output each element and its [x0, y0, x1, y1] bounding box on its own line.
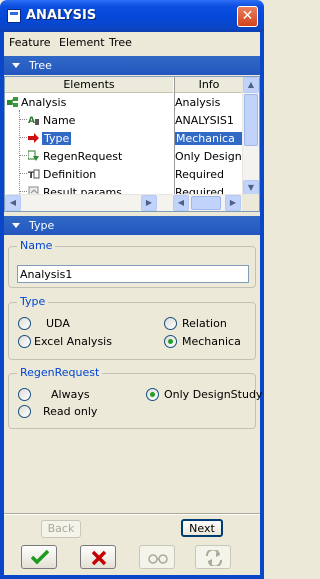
scrollbar-corner: [242, 194, 259, 211]
column-header-info[interactable]: Info: [175, 77, 243, 93]
scroll-left-button[interactable]: ◀: [5, 195, 21, 211]
regen-icon: [28, 150, 39, 161]
radio-mechanica[interactable]: [164, 335, 177, 348]
tree-row-definition[interactable]: T Definition Required: [5, 166, 243, 184]
tree-row-info: ANALYSIS1: [175, 114, 234, 127]
horizontal-scrollbar[interactable]: ◀ ▶ ◀ ▶: [5, 194, 242, 211]
element-tree[interactable]: Elements Info Analysis Analysis A Name A…: [4, 76, 260, 212]
repaint-button[interactable]: [195, 545, 231, 569]
name-input[interactable]: [17, 265, 249, 283]
tree-row-label: Name: [43, 114, 76, 127]
tree-row-info: Required: [175, 168, 224, 181]
vertical-scrollbar[interactable]: ▲ ▼: [242, 77, 259, 196]
radio-read-only[interactable]: [18, 405, 31, 418]
tree-section-label: Tree: [29, 59, 52, 72]
type-section-label: Type: [29, 219, 55, 232]
x-icon: [91, 550, 107, 566]
name-group: Name: [8, 239, 256, 288]
title-bar[interactable]: ANALYSIS ✕: [0, 0, 264, 32]
type-group-title: Type: [17, 295, 49, 308]
radio-relation[interactable]: [164, 317, 177, 330]
regenrequest-group: RegenRequest Always Only DesignStudy Rea…: [8, 366, 262, 429]
collapse-arrow-icon: [12, 63, 20, 68]
close-icon: ✕: [241, 8, 254, 24]
menu-bar: Feature Element Tree: [4, 32, 260, 54]
vertical-scroll-thumb[interactable]: [244, 94, 258, 146]
radio-always-label[interactable]: Always: [51, 388, 90, 401]
radio-uda-label[interactable]: UDA: [46, 317, 70, 330]
next-button[interactable]: Next: [181, 519, 223, 537]
tree-row-name[interactable]: A Name ANALYSIS1: [5, 112, 243, 130]
tree-row-label: RegenRequest: [43, 150, 123, 163]
check-icon: [31, 549, 49, 565]
window-frame-bottom: [0, 575, 264, 579]
radio-always[interactable]: [18, 388, 31, 401]
type-group: Type UDA Relation Excel Analysis Mechani…: [8, 295, 256, 360]
analysis-icon: [7, 97, 18, 107]
cancel-button[interactable]: [80, 545, 116, 569]
menu-feature[interactable]: Feature: [9, 36, 51, 49]
column-header-elements[interactable]: Elements: [5, 77, 173, 93]
menu-tree[interactable]: Tree: [109, 36, 132, 49]
window-frame-right: [260, 32, 264, 579]
definition-icon: T: [28, 169, 40, 180]
collapse-arrow-icon: [12, 223, 20, 228]
tree-row-info: Analysis: [175, 96, 221, 109]
radio-uda[interactable]: [18, 317, 31, 330]
window-icon: [7, 9, 21, 23]
repaint-icon: [206, 550, 222, 566]
radio-relation-label[interactable]: Relation: [182, 317, 227, 330]
type-section-header[interactable]: Type: [4, 216, 260, 235]
tree-row-info: Mechanica: [175, 132, 243, 145]
window-title: ANALYSIS: [26, 8, 97, 23]
tree-row-label: Analysis: [21, 96, 67, 109]
tree-row-info: Only DesignSt: [175, 150, 243, 163]
radio-read-only-label[interactable]: Read only: [43, 405, 97, 418]
arrow-right-icon: [28, 133, 39, 143]
preview-button[interactable]: [139, 545, 175, 569]
ok-button[interactable]: [21, 545, 57, 569]
separator: [4, 513, 260, 515]
close-button[interactable]: ✕: [237, 6, 258, 27]
radio-excel-analysis[interactable]: [18, 335, 31, 348]
horizontal-scroll-thumb[interactable]: [191, 196, 221, 210]
name-group-title: Name: [17, 239, 56, 252]
scroll-up-button[interactable]: ▲: [243, 77, 259, 93]
svg-text:A: A: [28, 116, 35, 126]
regenrequest-group-title: RegenRequest: [17, 366, 103, 379]
tree-row-label: Definition: [43, 168, 97, 181]
tree-row-type[interactable]: Type Mechanica: [5, 130, 243, 148]
back-button[interactable]: Back: [41, 520, 81, 538]
radio-only-designstudy[interactable]: [146, 388, 159, 401]
menu-element[interactable]: Element: [59, 36, 105, 49]
radio-mechanica-label[interactable]: Mechanica: [182, 335, 241, 348]
tree-row-regenrequest[interactable]: RegenRequest Only DesignSt: [5, 148, 243, 166]
scroll-right-button-left-pane[interactable]: ▶: [141, 195, 157, 211]
tree-section-header[interactable]: Tree: [4, 56, 260, 75]
scroll-right-button[interactable]: ▶: [225, 195, 241, 211]
glasses-icon: [148, 554, 168, 564]
radio-excel-analysis-label[interactable]: Excel Analysis: [34, 335, 112, 348]
name-icon: A: [28, 116, 39, 126]
tree-row-analysis[interactable]: Analysis Analysis: [5, 94, 243, 112]
radio-only-designstudy-label[interactable]: Only DesignStudy: [164, 388, 262, 401]
scroll-left-button-right-pane[interactable]: ◀: [173, 195, 189, 211]
tree-row-label: Type: [42, 132, 72, 145]
